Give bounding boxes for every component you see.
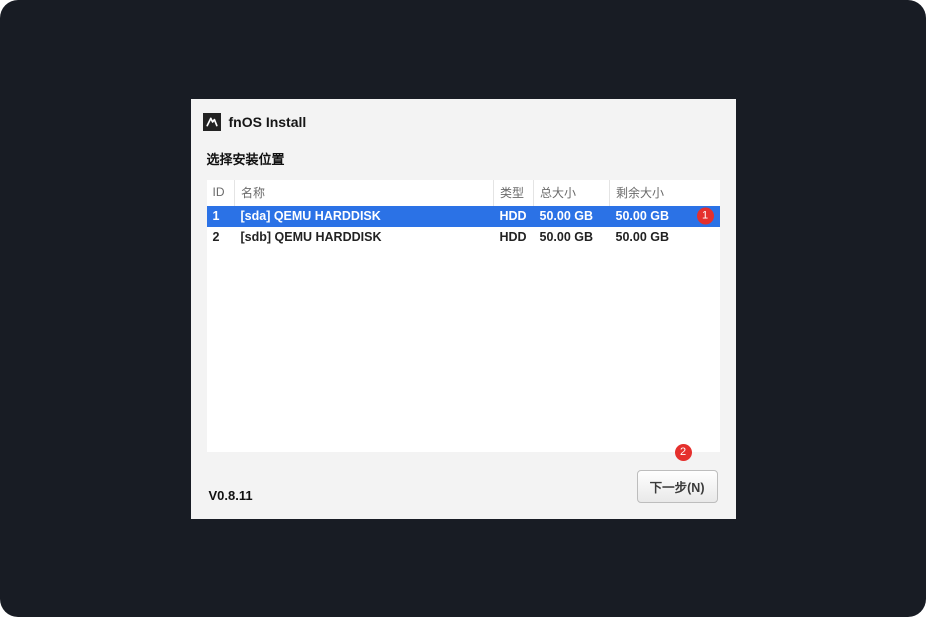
col-header-name: 名称	[235, 180, 494, 206]
installer-window: fnOS Install 选择安装位置 ID 名称	[191, 99, 736, 519]
next-button[interactable]: 下一步(N)	[637, 470, 718, 503]
fnos-logo-icon	[203, 113, 221, 131]
annotation-badge-1: 1	[697, 208, 714, 225]
cell-name: [sdb] QEMU HARDDISK	[235, 227, 494, 248]
col-header-type: 类型	[494, 180, 534, 206]
content-area: 选择安装位置 ID 名称 类型	[191, 141, 736, 452]
table-row[interactable]: 2 [sdb] QEMU HARDDISK HDD 50.00 GB 50.00…	[207, 227, 720, 248]
table-row[interactable]: 1 [sda] QEMU HARDDISK HDD 50.00 GB 50.00…	[207, 206, 720, 227]
col-header-free: 剩余大小	[610, 180, 720, 206]
cell-type: HDD	[494, 227, 534, 248]
outer-frame: fnOS Install 选择安装位置 ID 名称	[0, 0, 926, 617]
subtitle: 选择安装位置	[207, 149, 720, 168]
cell-id: 1	[207, 206, 235, 227]
col-header-total: 总大小	[534, 180, 610, 206]
footer-bar: V0.8.11 下一步(N) 2	[191, 452, 736, 519]
cell-total: 50.00 GB	[534, 206, 610, 227]
disk-table-container: ID 名称 类型 总大小 剩余大小 1 [sda] QEMU HARDDISK …	[207, 180, 720, 452]
cell-name: [sda] QEMU HARDDISK	[235, 206, 494, 227]
version-text: V0.8.11	[209, 488, 253, 503]
cell-id: 2	[207, 227, 235, 248]
cell-total: 50.00 GB	[534, 227, 610, 248]
header-bar: fnOS Install	[191, 99, 736, 141]
table-header-row: ID 名称 类型 总大小 剩余大小	[207, 180, 720, 206]
col-header-id: ID	[207, 180, 235, 206]
cell-free: 50.00 GB	[610, 227, 720, 248]
cell-type: HDD	[494, 206, 534, 227]
app-title: fnOS Install	[229, 114, 307, 130]
disk-table: ID 名称 类型 总大小 剩余大小 1 [sda] QEMU HARDDISK …	[207, 180, 720, 248]
annotation-badge-2: 2	[675, 444, 692, 461]
cell-free: 50.00 GB 1	[610, 206, 720, 227]
